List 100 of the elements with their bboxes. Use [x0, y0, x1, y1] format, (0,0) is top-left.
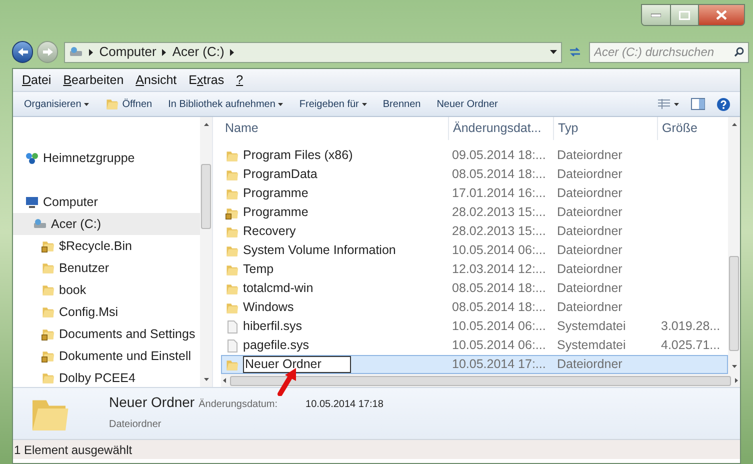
breadcrumb[interactable]: Acer (C:): [172, 42, 224, 62]
forward-arrow-icon: [42, 47, 54, 57]
type-cell: Dateiordner: [557, 243, 622, 258]
toolbar-button[interactable]: Freigeben für: [294, 94, 372, 114]
toolbar-button[interactable]: In Bibliothek aufnehmen: [163, 94, 288, 114]
preview-pane-button[interactable]: [691, 98, 705, 110]
menu-item[interactable]: ?: [234, 70, 246, 90]
toolbar-button[interactable]: Neuer Ordner: [432, 94, 503, 114]
location-icon: [69, 45, 84, 59]
tree-item[interactable]: Documents and Settings: [13, 323, 200, 345]
tree-item[interactable]: Benutzer: [13, 257, 200, 279]
scroll-left-icon: [223, 378, 226, 383]
file-row[interactable]: pagefile.sys 10.05.2014 06:... Systemdatei 4.025.71...: [221, 336, 728, 355]
computer-icon: [25, 195, 39, 209]
file-name: hiberfil.sys: [243, 318, 302, 336]
caret-icon: [674, 102, 679, 106]
minimize-icon: [651, 13, 661, 17]
file-row[interactable]: Temp 12.03.2014 12:... Dateiordner: [221, 260, 728, 279]
file-row[interactable]: Recovery 28.02.2013 15:... Dateiordner: [221, 222, 728, 241]
tree-item[interactable]: Acer (C:): [13, 213, 200, 235]
tree-item[interactable]: $Recycle.Bin: [13, 235, 200, 257]
type-cell: Dateiordner: [557, 205, 622, 220]
type-cell: Dateiordner: [557, 224, 622, 238]
view-grid-icon: [658, 99, 670, 109]
date-cell: 17.01.2014 16:...: [452, 186, 546, 200]
file-row[interactable]: totalcmd-win 08.05.2014 18:... Dateiordner: [221, 279, 728, 298]
type-cell: Dateiordner: [557, 262, 622, 276]
file-row[interactable]: Programme 17.01.2014 16:... Dateiordner: [221, 184, 728, 203]
file-name: Recovery: [243, 223, 296, 240]
preview-pane-icon: [691, 98, 705, 110]
date-cell: 10.05.2014 17:...: [452, 357, 546, 372]
column-header[interactable]: Name: [221, 117, 448, 140]
scroll-thumb[interactable]: [729, 256, 739, 351]
file-row[interactable]: Programme 28.02.2013 15:... Dateiordner: [221, 203, 728, 222]
address-bar[interactable]: Computer Acer (C:): [64, 42, 562, 62]
menu-item[interactable]: Extras: [186, 70, 226, 90]
menu-item[interactable]: Bearbeiten: [61, 70, 126, 90]
file-name: ProgramData: [243, 166, 318, 184]
caret-icon: [278, 102, 284, 106]
scrollbar[interactable]: [200, 117, 212, 387]
details-name: Neuer Ordner: [109, 393, 195, 412]
scrollbar[interactable]: [728, 117, 740, 374]
type-cell: Systemdatei: [557, 338, 626, 352]
menu-item[interactable]: Datei: [20, 70, 54, 90]
column-header[interactable]: Typ: [553, 117, 657, 140]
date-cell: 28.02.2013 15:...: [452, 224, 546, 238]
type-cell: Dateiordner: [557, 357, 622, 372]
type-cell: Dateiordner: [557, 186, 622, 200]
scroll-down-icon: [732, 365, 736, 368]
file-row[interactable]: Program Files (x86) 09.05.2014 18:... Dateiordner: [221, 146, 728, 165]
file-name: Temp: [243, 261, 274, 278]
tree-item[interactable]: Dolby PCEE4: [13, 367, 200, 387]
tree-item[interactable]: Config.Msi: [13, 301, 200, 323]
date-cell: 10.05.2014 06:...: [452, 338, 546, 352]
back-button[interactable]: [12, 41, 34, 63]
column-header[interactable]: Änderungsdat...: [448, 117, 553, 140]
type-cell: Dateiordner: [557, 148, 622, 162]
file-name: System Volume Information: [243, 242, 396, 260]
scroll-thumb[interactable]: [230, 376, 731, 386]
type-cell: Systemdatei: [557, 319, 626, 334]
toolbar-button[interactable]: Öffnen: [100, 94, 158, 114]
toolbar-button[interactable]: Organisieren: [19, 94, 94, 114]
column-header[interactable]: Größe: [657, 117, 727, 140]
horizontal-scrollbar[interactable]: [221, 374, 740, 387]
scroll-right-icon: [735, 378, 738, 383]
type-cell: Dateiordner: [557, 167, 622, 182]
file-row[interactable]: ProgramData 08.05.2014 18:... Dateiordner: [221, 165, 728, 184]
maximize-icon: [679, 10, 690, 20]
file-name: totalcmd-win: [243, 280, 314, 298]
file-row[interactable]: Neuer Ordner 10.05.2014 17:... Dateiordner: [221, 355, 728, 374]
refresh-icon: [569, 47, 582, 57]
toolbar-button[interactable]: Brennen: [378, 94, 426, 114]
date-cell: 10.05.2014 06:...: [452, 243, 546, 258]
file-name: Program Files (x86): [243, 147, 353, 164]
tree-item[interactable]: Dokumente und Einstell: [13, 345, 200, 367]
tree-item[interactable]: Computer: [13, 191, 200, 213]
drive-icon: [33, 217, 47, 231]
help-icon: [717, 98, 730, 110]
breadcrumb[interactable]: Computer: [99, 42, 156, 62]
menu-item[interactable]: Ansicht: [134, 70, 179, 90]
help-button[interactable]: [717, 98, 730, 110]
scroll-thumb[interactable]: [201, 164, 211, 229]
status-text: 1 Element ausgewählt: [14, 442, 132, 458]
minimize-button[interactable]: [642, 5, 670, 25]
close-button[interactable]: [698, 5, 744, 25]
tree-item[interactable]: Heimnetzgruppe: [13, 147, 200, 169]
maximize-button[interactable]: [670, 5, 698, 25]
file-row[interactable]: hiberfil.sys 10.05.2014 06:... Systemdatei 3.019.28...: [221, 317, 728, 336]
file-row[interactable]: System Volume Information 10.05.2014 06:... Dateiordner: [221, 241, 728, 260]
file-row[interactable]: Windows 08.05.2014 18:... Dateiordner: [221, 298, 728, 317]
details-type: Dateiordner: [109, 418, 162, 432]
date-cell: 08.05.2014 18:...: [452, 167, 546, 182]
tree-item[interactable]: book: [13, 279, 200, 301]
breadcrumb-arrow-icon: [89, 48, 94, 56]
view-options-button[interactable]: [658, 99, 679, 109]
back-arrow-icon: [16, 47, 29, 57]
rename-field[interactable]: Neuer Ordner: [243, 356, 351, 373]
details-label: Änderungsdatum:: [198, 398, 278, 412]
file-name: Programme: [243, 185, 308, 202]
scroll-down-icon: [204, 378, 208, 381]
